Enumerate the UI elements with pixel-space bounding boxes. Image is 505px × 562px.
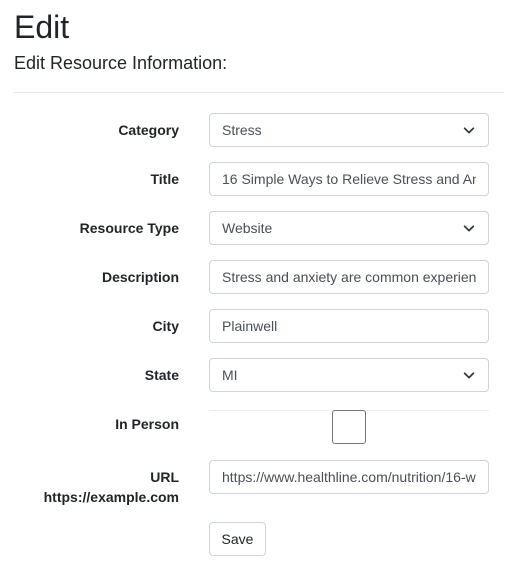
category-select-value: Stress (222, 122, 262, 138)
category-select[interactable]: Stress (209, 113, 489, 147)
url-label: URL (150, 469, 179, 485)
city-input[interactable]: Plainwell (209, 309, 489, 343)
chevron-down-icon (463, 225, 475, 232)
category-label: Category (118, 122, 179, 138)
chevron-down-icon (463, 372, 475, 379)
title-label: Title (150, 171, 179, 187)
state-select[interactable]: MI (209, 358, 489, 392)
description-label: Description (101, 269, 179, 285)
divider (14, 92, 504, 93)
in-person-label: In Person (115, 416, 179, 432)
city-label: City (152, 318, 179, 334)
page-title: Edit (14, 9, 70, 45)
page-subtitle: Edit Resource Information: (14, 53, 228, 73)
in-person-checkbox[interactable] (332, 410, 366, 444)
url-hint-label: https://example.com (43, 489, 179, 505)
url-input[interactable]: https://www.healthline.com/nutrition/16-… (209, 460, 489, 494)
resource-type-label: Resource Type (79, 220, 179, 236)
resource-type-select-value: Website (222, 220, 273, 236)
resource-type-select[interactable]: Website (209, 211, 489, 245)
description-input[interactable]: Stress and anxiety are common experience… (209, 260, 489, 294)
state-select-value: MI (222, 367, 238, 383)
chevron-down-icon (463, 127, 475, 134)
save-button[interactable]: Save (209, 522, 266, 556)
description-input-value: Stress and anxiety are common experience… (222, 269, 476, 285)
state-label: State (144, 367, 179, 383)
title-input-value: 16 Simple Ways to Relieve Stress and Anx… (222, 171, 476, 187)
title-input[interactable]: 16 Simple Ways to Relieve Stress and Anx… (209, 162, 489, 196)
url-input-value: https://www.healthline.com/nutrition/16-… (222, 469, 476, 485)
city-input-value: Plainwell (222, 318, 278, 334)
